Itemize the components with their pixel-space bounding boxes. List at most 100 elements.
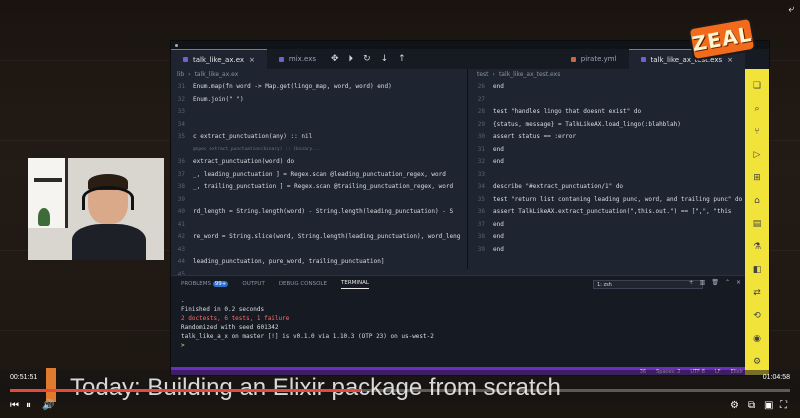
remote-icon[interactable]: ⌂ <box>752 196 763 207</box>
trash-icon[interactable]: 🗑 <box>711 279 719 286</box>
code-line[interactable]: 34 <box>171 119 465 132</box>
code-line[interactable]: 40 rd_length = String.length(word) - Stri… <box>171 206 465 219</box>
pause-icon[interactable]: ⏸ <box>26 400 31 411</box>
previous-icon[interactable]: ⏮ <box>10 400 19 411</box>
code-line[interactable]: 29 {status, message} = TalkLikeAX.load_li… <box>471 119 747 132</box>
code-line[interactable]: 43 <box>171 244 465 257</box>
code-text: @spec extract_punctuation(binary) :: {bi… <box>193 146 321 152</box>
line-number: 38 <box>177 183 185 190</box>
chevron-up-icon[interactable]: ⌃ <box>725 279 730 286</box>
docker-icon[interactable]: ▤ <box>752 219 763 230</box>
code-text: end <box>493 245 504 253</box>
code-line[interactable]: @spec extract_punctuation(binary) :: {bi… <box>171 144 465 157</box>
video-progress-bar[interactable] <box>10 389 790 392</box>
testing-icon[interactable]: ⚗ <box>752 242 763 253</box>
split-terminal-icon[interactable]: ▥ <box>700 279 706 286</box>
code-line[interactable]: 35 test "return list contaning leading pu… <box>471 194 747 207</box>
debug-icon[interactable]: ✥ <box>331 54 339 64</box>
code-line[interactable]: 39 <box>171 194 465 207</box>
terminal-output[interactable]: . Finished in 0.2 seconds 2 doctests, 6 t… <box>171 292 747 354</box>
tab-output[interactable]: OUTPUT <box>242 281 264 287</box>
code-text: test "return list contaning leading punc… <box>493 195 743 203</box>
line-number: 36 <box>177 158 185 165</box>
source-control-icon[interactable]: ⑂ <box>752 127 763 138</box>
account-icon[interactable]: ◉ <box>752 334 763 345</box>
tab-debug-console[interactable]: DEBUG CONSOLE <box>279 281 327 287</box>
code-line[interactable]: 27 <box>471 94 747 107</box>
breadcrumb-item[interactable]: talk_like_ax.ex <box>195 69 239 81</box>
code-line[interactable]: 38 end <box>471 231 747 244</box>
settings-icon[interactable]: ⚙ <box>730 400 739 411</box>
line-number: 27 <box>477 95 485 103</box>
webcam-shelf <box>34 178 62 182</box>
webcam-plant <box>38 208 50 226</box>
problems-count-badge: 99+ <box>212 281 229 287</box>
line-number: 35 <box>177 133 185 140</box>
code-line[interactable]: 39 end <box>471 244 747 257</box>
fullscreen-icon[interactable]: ⛶ <box>780 400 787 411</box>
search-icon[interactable]: ⌕ <box>752 104 763 115</box>
files-icon[interactable]: ❏ <box>752 81 763 92</box>
code-line[interactable]: 44 leading_punctuation, pure_word, traili… <box>171 256 465 269</box>
step-icon[interactable]: ↻ <box>363 54 371 64</box>
close-icon[interactable]: × <box>736 279 741 286</box>
code-line[interactable]: 28 test "handles lingo that doesnt exist"… <box>471 106 747 119</box>
code-line[interactable]: 31 end <box>471 144 747 157</box>
terminal-select[interactable]: 1: zsh <box>593 280 703 289</box>
bookmark-icon[interactable]: ◧ <box>752 265 763 276</box>
code-line[interactable]: 30 assert status == :error <box>471 131 747 144</box>
code-line[interactable]: 38 _, trailing_punctuation ] = Regex.scan… <box>171 181 465 194</box>
run-icon[interactable]: ⏵ <box>349 54 354 64</box>
breadcrumb-item[interactable]: talk_like_ax_test.exs <box>499 69 560 81</box>
code-line[interactable]: 42 re_word = String.slice(word, String.le… <box>171 231 465 244</box>
tab-terminal[interactable]: TERMINAL <box>340 280 369 289</box>
volume-icon[interactable]: 🔊 <box>42 400 54 411</box>
pane-divider[interactable] <box>467 69 468 269</box>
close-icon[interactable]: × <box>249 50 255 70</box>
share-icon[interactable]: ⇄ <box>752 288 763 299</box>
code-line[interactable]: 37 _, leading_punctuation ] = Regex.scan … <box>171 169 465 182</box>
elixir-file-icon <box>278 56 284 62</box>
code-line[interactable]: 35 c extract_punctuation(any) :: nil <box>171 131 465 144</box>
line-number: 37 <box>477 220 485 228</box>
code-text: leading_punctuation, pure_word, trailing… <box>193 258 385 265</box>
tab-problems[interactable]: PROBLEMS 99+ <box>181 281 229 287</box>
code-pane-left[interactable]: 31 Enum.map(fn word -> Map.get(lingo_map,… <box>171 81 488 340</box>
extensions-icon[interactable]: ⊞ <box>752 173 763 184</box>
step-over-icon[interactable]: ↓ <box>381 54 389 64</box>
code-line[interactable]: 31 Enum.map(fn word -> Map.get(lingo_map,… <box>171 81 465 94</box>
breadcrumb-item[interactable]: test <box>477 69 489 81</box>
code-line[interactable]: 36 assert TalkLikeAX.extract_punctuation(… <box>471 206 747 219</box>
code-line[interactable]: 32 end <box>471 156 747 169</box>
yaml-file-icon <box>570 56 576 62</box>
step-out-icon[interactable]: ↑ <box>398 54 406 64</box>
add-terminal-icon[interactable]: + <box>689 279 694 286</box>
code-line[interactable]: 36 extract_punctuation(word) do <box>171 156 465 169</box>
title-accent-bar <box>46 368 56 402</box>
picture-in-picture-icon[interactable]: ▣ <box>764 400 773 411</box>
line-number: 36 <box>477 208 485 215</box>
breadcrumb-item[interactable]: lib <box>177 69 184 81</box>
gear-icon[interactable]: ⚙ <box>752 357 763 368</box>
line-number: 32 <box>477 158 485 165</box>
timeline-icon[interactable]: ⟲ <box>752 311 763 322</box>
tab-pirate-yml[interactable]: pirate.yml <box>559 49 629 69</box>
code-line[interactable]: 37 end <box>471 219 747 232</box>
chevron-right-icon: › <box>188 71 191 78</box>
exit-fullscreen-icon[interactable]: ⤶ <box>788 4 794 15</box>
code-line[interactable]: 41 <box>171 219 465 232</box>
code-text: end <box>493 233 504 240</box>
tab-mix-exs[interactable]: mix.exs <box>267 49 328 69</box>
code-text: _, trailing_punctuation ] = Regex.scan @… <box>193 183 454 190</box>
code-line[interactable]: 26 end <box>471 81 747 94</box>
airplay-icon[interactable]: ⧉ <box>748 400 755 411</box>
code-line[interactable]: 34 describe "#extract_punctuation/1" do <box>471 181 747 194</box>
tab-talk-like-ax[interactable]: talk_like_ax.ex × <box>171 49 267 69</box>
code-pane-right[interactable]: test › talk_like_ax_test.exs 26 end 27 28 t… <box>471 69 747 269</box>
line-number: 41 <box>177 220 185 228</box>
line-number: 38 <box>477 233 485 240</box>
run-debug-icon[interactable]: ▷ <box>752 150 763 161</box>
code-line[interactable]: 33 <box>471 169 747 182</box>
code-line[interactable]: 33 <box>171 106 465 119</box>
code-line[interactable]: 32 Enum.join(" ") <box>171 94 465 107</box>
